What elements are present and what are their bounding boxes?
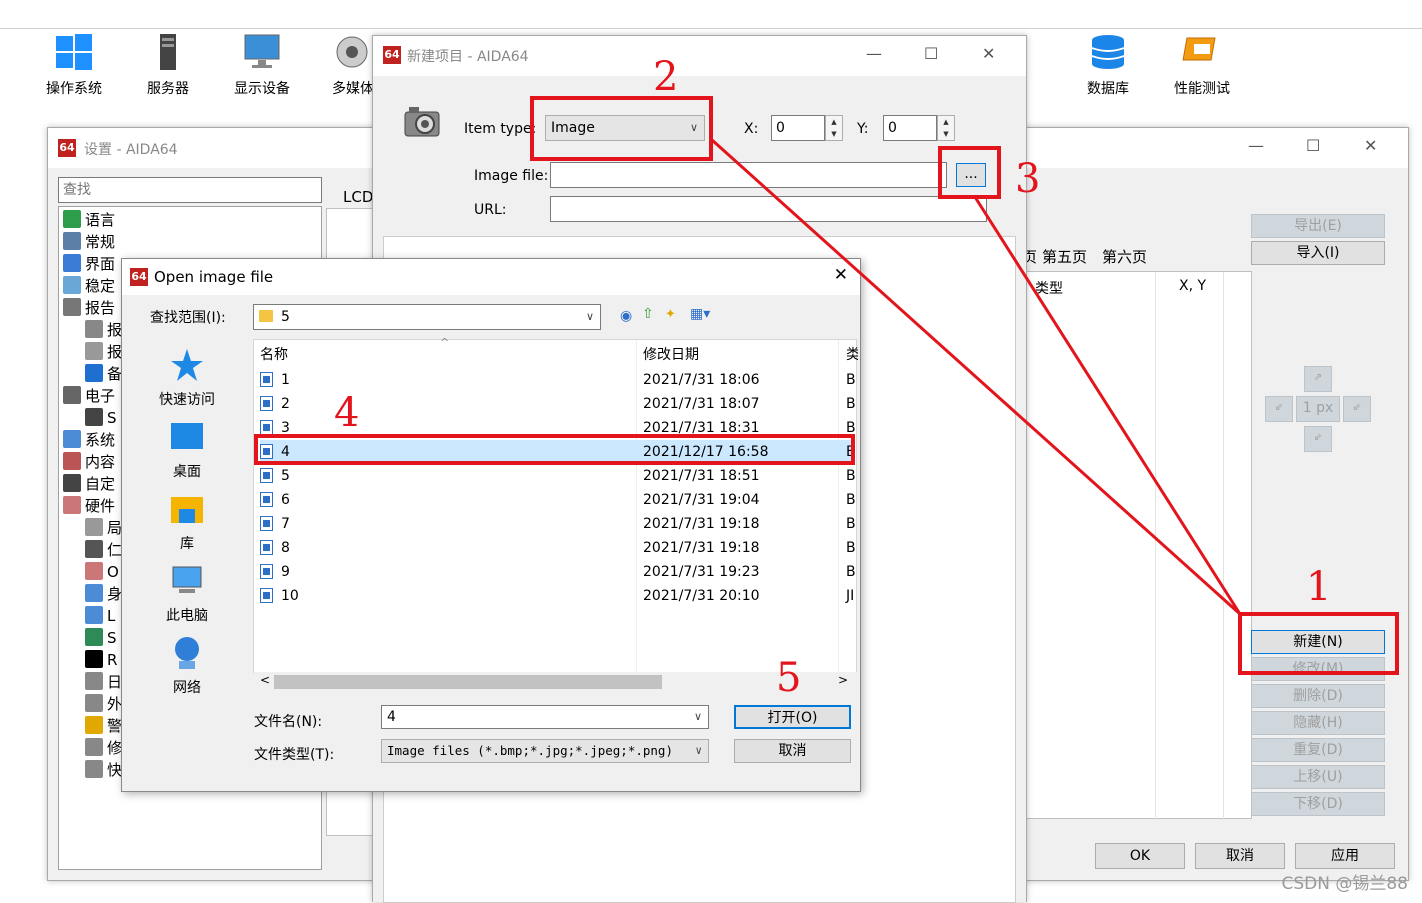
annotation-box-file-row: [254, 434, 855, 465]
annotation-box-new: [1238, 612, 1399, 675]
annotation-number: 4: [334, 390, 360, 436]
annotation-line: [973, 196, 1242, 615]
watermark: CSDN @锡兰88: [1281, 874, 1408, 894]
annotation-number: 3: [1015, 156, 1041, 202]
annotation-number: 1: [1306, 564, 1332, 610]
annotation-line: [710, 138, 1242, 616]
annotation-box-browse: [938, 146, 1001, 199]
annotation-box-item-type: [530, 96, 713, 161]
annotation-number: 2: [653, 54, 679, 100]
annotation-number: 5: [776, 655, 802, 701]
